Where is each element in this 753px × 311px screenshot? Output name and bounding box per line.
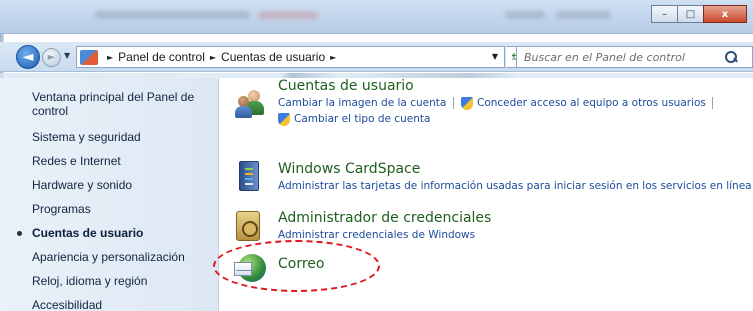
address-bar[interactable]: ► Panel de control ► Cuentas de usuario … (76, 46, 505, 68)
maximize-button[interactable]: □ (677, 5, 704, 23)
forward-arrow-icon: ► (47, 52, 56, 63)
minimize-button[interactable]: – (651, 5, 678, 23)
uac-shield-icon (278, 113, 290, 126)
sidebar-item-network-internet[interactable]: Redes e Internet (32, 154, 121, 168)
window-controls: – □ x (651, 5, 747, 23)
breadcrumb-user-accounts[interactable]: Cuentas de usuario (221, 50, 325, 64)
sidebar-item-programs[interactable]: Programas (32, 202, 91, 216)
link-divider (712, 97, 713, 109)
navigation-bar: ◄ ► ▼ ► Panel de control ► Cuentas de us… (0, 42, 753, 72)
control-panel-icon (80, 49, 98, 65)
breadcrumb-separator-icon[interactable]: ► (210, 53, 216, 62)
title-blur-3 (505, 11, 545, 19)
highlight-annotation (213, 240, 380, 292)
sidebar-item-accessibility[interactable]: Accesibilidad (32, 298, 102, 311)
link-manage-info-cards[interactable]: Administrar las tarjetas de información … (278, 180, 752, 192)
category-title-cardspace[interactable]: Windows CardSpace (278, 161, 420, 177)
window-title-blurred-2 (258, 11, 318, 19)
address-dropdown-icon[interactable]: ▼ (492, 52, 498, 61)
breadcrumb-separator-icon[interactable]: ► (330, 53, 336, 62)
forward-button[interactable]: ► (42, 48, 61, 67)
search-icon[interactable] (723, 49, 739, 65)
sidebar-item-user-accounts[interactable]: Cuentas de usuario (32, 226, 143, 240)
sidebar-item-control-panel-home[interactable]: Ventana principal del Panel de (32, 90, 194, 104)
link-change-account-type[interactable]: Cambiar el tipo de cuenta (294, 113, 430, 125)
back-button[interactable]: ◄ (16, 45, 40, 69)
link-grant-access[interactable]: Conceder acceso al equipo a otros usuari… (477, 97, 706, 109)
search-box[interactable] (516, 46, 753, 68)
close-button[interactable]: x (703, 5, 747, 23)
window-title-blurred (95, 11, 250, 19)
title-bar: – □ x (0, 0, 753, 34)
search-input[interactable] (517, 50, 723, 64)
uac-shield-icon (461, 97, 473, 110)
breadcrumb-control-panel[interactable]: Panel de control (118, 50, 205, 64)
category-title-user-accounts[interactable]: Cuentas de usuario (278, 78, 414, 94)
sidebar-item-control-panel-home-line2[interactable]: control (32, 104, 68, 118)
users-icon (235, 90, 267, 118)
sidebar-item-hardware-sound[interactable]: Hardware y sonido (32, 178, 132, 192)
cardspace-icon (239, 161, 259, 191)
title-blur-4 (556, 11, 611, 19)
breadcrumb-separator-icon[interactable]: ► (107, 53, 113, 62)
link-manage-windows-credentials[interactable]: Administrar credenciales de Windows (278, 229, 475, 241)
category-title-credential-manager[interactable]: Administrador de credenciales (278, 210, 491, 226)
sidebar: Ventana principal del Panel de control S… (0, 78, 219, 311)
sidebar-item-system-security[interactable]: Sistema y seguridad (32, 130, 141, 144)
sidebar-item-appearance[interactable]: Apariencia y personalización (32, 250, 185, 264)
sidebar-item-clock-language-region[interactable]: Reloj, idioma y región (32, 274, 147, 288)
active-bullet-icon (17, 231, 22, 236)
recent-pages-dropdown-icon[interactable]: ▼ (64, 51, 70, 60)
back-arrow-icon: ◄ (22, 49, 34, 65)
link-divider (453, 97, 454, 109)
credential-vault-icon (236, 211, 260, 241)
link-change-account-picture[interactable]: Cambiar la imagen de la cuenta (278, 97, 446, 109)
